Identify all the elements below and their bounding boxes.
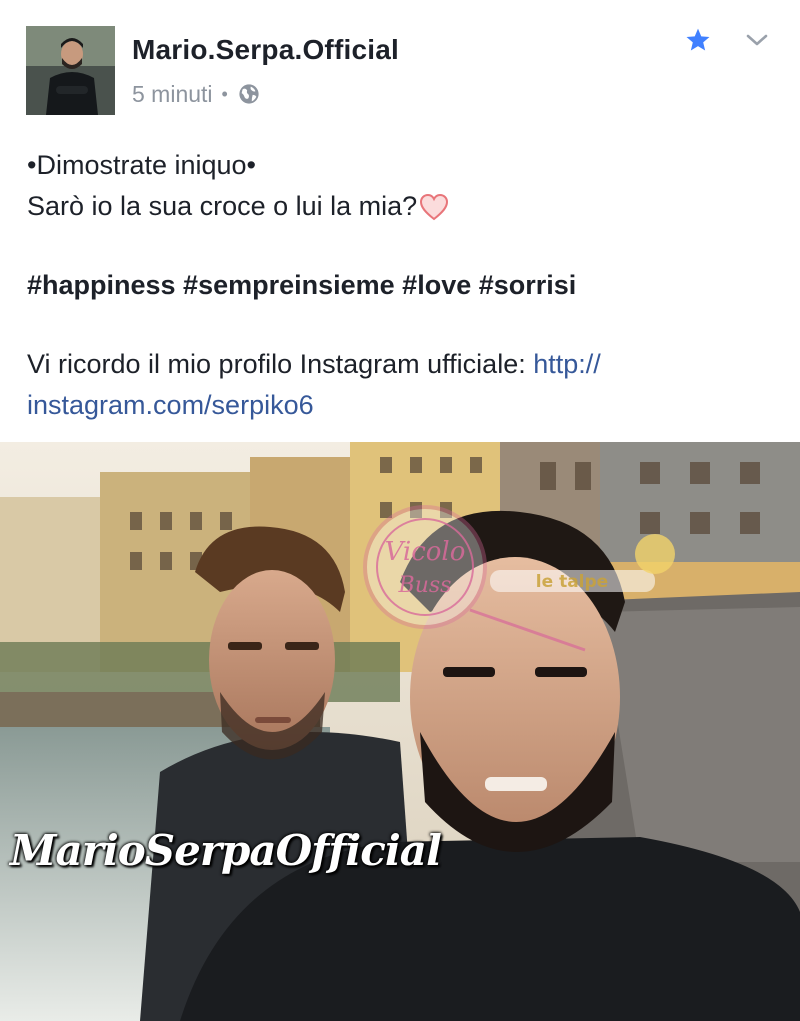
instagram-link-part-2[interactable]: instagram.com/serpiko6 <box>27 390 314 420</box>
post-meta: 5 minuti • <box>132 80 260 108</box>
star-icon[interactable] <box>685 27 711 53</box>
facebook-post: Mario.Serpa.Official 5 minuti • •Dimostr… <box>0 0 800 1021</box>
post-hashtags[interactable]: #happiness #sempreinsieme #love #sorrisi <box>27 265 772 306</box>
meta-separator: • <box>221 83 228 104</box>
post-line-2-text: Sarò io la sua croce o lui la mia? <box>27 191 418 221</box>
post-line-2: Sarò io la sua croce o lui la mia? <box>27 186 772 227</box>
post-line-4: Vi ricordo il mio profilo Instagram uffi… <box>27 344 772 426</box>
chevron-down-icon[interactable] <box>745 31 769 49</box>
globe-icon[interactable] <box>238 83 260 105</box>
avatar[interactable] <box>26 26 115 115</box>
svg-text:Vicolo: Vicolo <box>385 537 466 567</box>
post-photo[interactable]: Vicolo Buss le talpe <box>0 442 800 1021</box>
post-line-1: •Dimostrate iniquo• <box>27 150 256 180</box>
svg-text:Buss: Buss <box>398 573 452 598</box>
post-text: •Dimostrate iniquo• Sarò io la sua croce… <box>27 145 772 426</box>
svg-text:le talpe: le talpe <box>536 572 608 592</box>
post-timestamp[interactable]: 5 minuti <box>132 81 213 108</box>
post-line-4-text: Vi ricordo il mio profilo Instagram uffi… <box>27 349 534 379</box>
instagram-link-part-1[interactable]: http:// <box>533 349 601 379</box>
photo-watermark: MarioSerpaOfficial <box>10 826 442 875</box>
author-name[interactable]: Mario.Serpa.Official <box>132 34 399 66</box>
heart-icon <box>420 193 449 221</box>
post-header: Mario.Serpa.Official 5 minuti • <box>0 0 800 130</box>
